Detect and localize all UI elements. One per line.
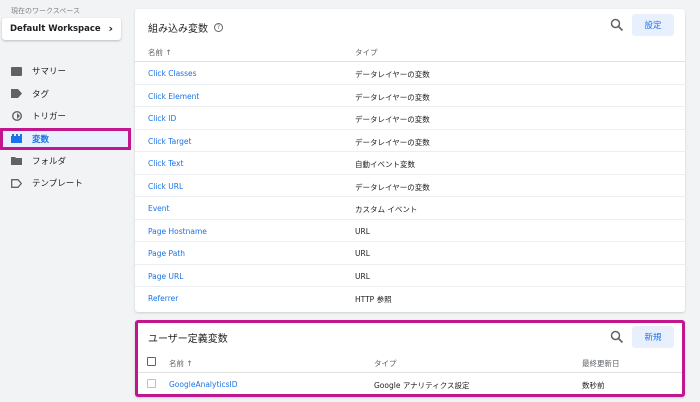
sidebar-item-templates[interactable]: テンプレート xyxy=(0,172,133,195)
sidebar-item-triggers[interactable]: トリガー xyxy=(0,105,133,128)
builtin-variables-card: 組み込み変数 ? 設定 名前 ↑ タイプ Click Classes データレイヤ… xyxy=(135,9,685,312)
variable-name-link[interactable]: Click Classes xyxy=(148,69,197,78)
variable-name-link[interactable]: Page URL xyxy=(148,272,183,281)
variable-name-link[interactable]: Page Hostname xyxy=(148,227,207,236)
variable-name-link[interactable]: Click ID xyxy=(148,114,176,123)
user-defined-variables-card: ユーザー定義変数 新規 名前 ↑ タイプ 最終更新日 GoogleAnalyti… xyxy=(135,320,685,397)
row-checkbox[interactable] xyxy=(147,379,156,388)
workspace-name: Default Workspace xyxy=(10,24,101,34)
table-row[interactable]: Click URL データレイヤーの変数 xyxy=(135,175,685,197)
sidebar-item-folders[interactable]: フォルダ xyxy=(0,150,133,173)
table-row[interactable]: Page Hostname URL xyxy=(135,220,685,242)
sidebar-item-variables[interactable]: 変数 xyxy=(0,127,131,150)
variable-type: データレイヤーの変数 xyxy=(355,115,430,124)
folder-icon xyxy=(11,156,22,166)
table-row[interactable]: Page URL URL xyxy=(135,265,685,287)
workspace-selector[interactable]: Default Workspace › xyxy=(2,18,121,40)
variables-icon xyxy=(11,134,22,144)
sidebar-item-summary[interactable]: サマリー xyxy=(0,60,133,83)
builtin-variables-title: 組み込み変数 ? xyxy=(148,20,223,35)
tag-icon xyxy=(11,89,22,99)
workspace-label: 現在のワークスペース xyxy=(11,7,80,15)
sidebar-item-tags[interactable]: タグ xyxy=(0,83,133,106)
variable-type: URL xyxy=(355,249,370,258)
variable-type: HTTP 参照 xyxy=(355,295,392,304)
table-row[interactable]: Click Classes データレイヤーの変数 xyxy=(135,62,685,85)
variable-name-link[interactable]: Referrer xyxy=(148,294,178,303)
table-row[interactable]: Event カスタム イベント xyxy=(135,197,685,220)
table-row[interactable]: Click Element データレイヤーの変数 xyxy=(135,85,685,107)
variable-name-link[interactable]: Click Element xyxy=(148,92,199,101)
column-header-updated: 最終更新日 xyxy=(582,359,620,368)
search-icon[interactable] xyxy=(610,330,624,344)
variable-name-link[interactable]: Click Text xyxy=(148,159,183,168)
card-title-text: 組み込み変数 xyxy=(148,24,208,35)
column-header-name[interactable]: 名前 ↑ xyxy=(169,358,193,369)
variable-type: 自動イベント変数 xyxy=(355,160,415,169)
sidebar-item-label: 変数 xyxy=(32,134,50,145)
variable-type: カスタム イベント xyxy=(355,205,418,214)
sidebar-item-label: フォルダ xyxy=(32,156,67,167)
table-header: 名前 ↑ タイプ 最終更新日 xyxy=(138,351,682,373)
sidebar-item-label: トリガー xyxy=(32,112,67,123)
variable-type: URL xyxy=(355,271,370,281)
variable-type: URL xyxy=(355,226,370,236)
variable-name-link[interactable]: Page Path xyxy=(148,249,185,258)
template-icon xyxy=(11,178,22,188)
table-row[interactable]: Click Text 自動イベント変数 xyxy=(135,152,685,175)
summary-icon xyxy=(11,66,22,76)
column-header-name[interactable]: 名前 ↑ xyxy=(148,47,172,58)
column-header-type: タイプ xyxy=(355,48,378,57)
variable-type: データレイヤーの変数 xyxy=(355,70,430,79)
sidebar-item-label: テンプレート xyxy=(32,179,83,190)
table-row[interactable]: GoogleAnalyticsID Google アナリティクス設定 数秒前 xyxy=(138,373,682,394)
table-row[interactable]: Click ID データレイヤーの変数 xyxy=(135,107,685,130)
last-updated: 数秒前 xyxy=(582,381,605,390)
table-header: 名前 ↑ タイプ xyxy=(135,40,685,62)
column-header-type: タイプ xyxy=(374,359,397,368)
sidebar-nav: サマリー タグ トリガー 変数 フォルダ テンプレート xyxy=(0,60,133,195)
variable-name-link[interactable]: Click Target xyxy=(148,137,191,146)
search-icon[interactable] xyxy=(610,18,624,32)
sidebar-item-label: タグ xyxy=(32,89,50,100)
user-defined-variables-title: ユーザー定義変数 xyxy=(148,334,228,345)
trigger-icon xyxy=(11,111,22,122)
select-all-checkbox[interactable] xyxy=(147,357,156,366)
variable-type: データレイヤーの変数 xyxy=(355,137,430,147)
table-row[interactable]: Click Target データレイヤーの変数 xyxy=(135,130,685,152)
sidebar: 現在のワークスペース Default Workspace › サマリー タグ ト… xyxy=(0,0,133,402)
variable-type: Google アナリティクス設定 xyxy=(374,381,470,390)
variable-name-link[interactable]: Click URL xyxy=(148,182,183,191)
table-row[interactable]: Referrer HTTP 参照 xyxy=(135,287,685,310)
help-icon[interactable]: ? xyxy=(214,23,223,32)
variable-name-link[interactable]: GoogleAnalyticsID xyxy=(169,380,238,389)
sidebar-item-label: サマリー xyxy=(32,67,67,78)
variable-type: データレイヤーの変数 xyxy=(355,182,430,192)
new-variable-button[interactable]: 新規 xyxy=(632,326,674,348)
table-row[interactable]: Page Path URL xyxy=(135,242,685,265)
variable-name-link[interactable]: Event xyxy=(148,204,170,213)
variable-type: データレイヤーの変数 xyxy=(355,92,430,102)
configure-button[interactable]: 設定 xyxy=(632,14,674,36)
chevron-right-icon: › xyxy=(108,22,113,35)
